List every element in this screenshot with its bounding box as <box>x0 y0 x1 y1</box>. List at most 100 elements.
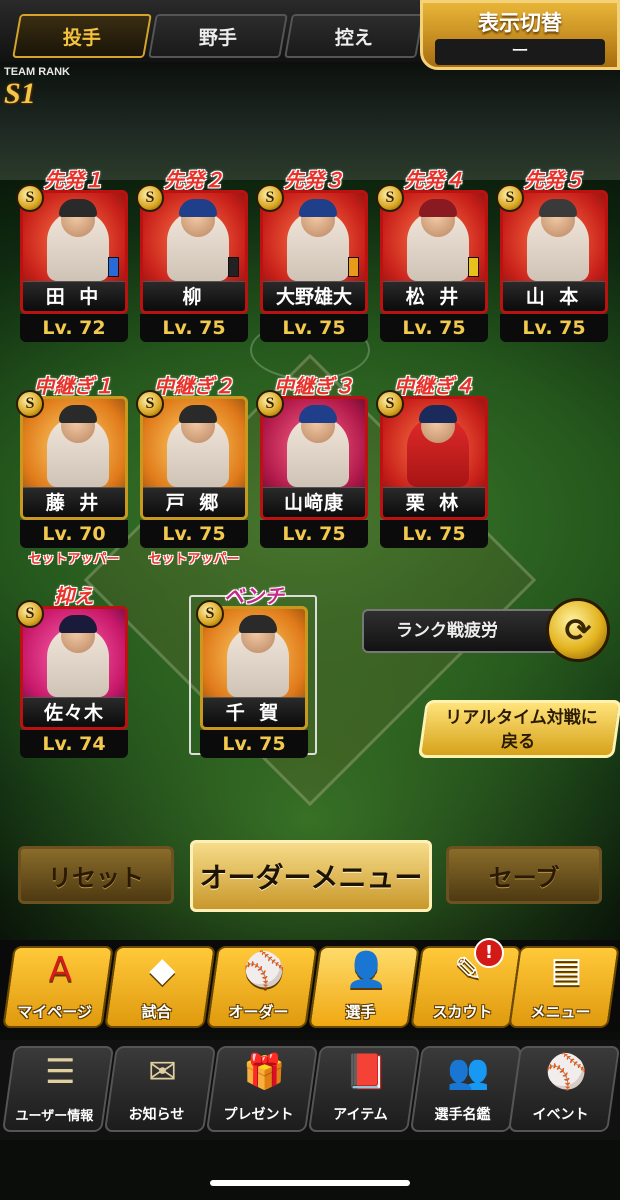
player-name: 藤 井 <box>23 487 125 517</box>
nav-label: 選手名鑑 <box>434 1107 491 1123</box>
nav-label: スカウト <box>432 1003 493 1021</box>
player-icon: 👤 <box>345 950 388 990</box>
nav-player-directory[interactable]: 👥 選手名鑑 <box>409 1046 523 1132</box>
stadium-stands <box>0 60 620 180</box>
player-level: Lv. 75 <box>500 314 608 342</box>
nav-label: ユーザー情報 <box>15 1109 94 1124</box>
realtime-line2: 戻る <box>501 732 536 752</box>
player-cap <box>59 199 97 217</box>
rank-s-badge: S <box>16 184 44 212</box>
tab-pitchers[interactable]: 投手 <box>12 14 152 58</box>
player-cap <box>179 199 217 217</box>
nav-scout[interactable]: ✎ スカウト <box>410 946 522 1028</box>
tab-label: 野手 <box>198 26 237 49</box>
player-level: Lv. 75 <box>380 520 488 548</box>
player-name: 佐々木 <box>23 697 125 727</box>
rank-s-badge: S <box>136 390 164 418</box>
player-cap <box>299 199 337 217</box>
order-icon: ⚾ <box>243 950 286 990</box>
nav-label: アイテム <box>333 1107 388 1123</box>
nav-items[interactable]: 📕 アイテム <box>307 1046 421 1132</box>
user-info-icon: ☰ <box>45 1052 76 1092</box>
display-toggle-label: 表示切替 <box>478 11 562 35</box>
rank-s-badge: S <box>376 184 404 212</box>
display-toggle-button[interactable]: 表示切替 ー <box>420 0 620 70</box>
stadium-icon: ◆ <box>149 950 176 990</box>
tab-label: 控え <box>334 26 373 49</box>
menu-icon: ▤ <box>550 950 583 990</box>
scout-notification-badge: ! <box>474 938 504 968</box>
player-cap <box>239 615 277 633</box>
nav-label: オーダー <box>228 1003 289 1021</box>
rank-s-badge: S <box>256 390 284 418</box>
player-level: Lv. 72 <box>20 314 128 342</box>
player-marker <box>348 257 359 277</box>
nav-label: お知らせ <box>128 1107 185 1123</box>
player-name: 千 賀 <box>203 697 305 727</box>
player-level: Lv. 75 <box>140 520 248 548</box>
nav-present[interactable]: 🎁 プレゼント <box>205 1046 319 1132</box>
player-name: 松 井 <box>383 281 485 311</box>
rank-fatigue-label: ランク戦疲労 <box>396 621 498 641</box>
player-cap <box>419 199 457 217</box>
mypage-icon: A <box>48 950 73 990</box>
player-name: 田 中 <box>23 281 125 311</box>
player-level: Lv. 75 <box>380 314 488 342</box>
nav-user-info[interactable]: ☰ ユーザー情報 <box>1 1046 115 1132</box>
primary-nav: A マイページ ◆ 試合 ⚾ オーダー 👤 選手 ✎ スカウト ▤ メニュー <box>0 940 620 1032</box>
tab-reserves[interactable]: 控え <box>284 14 424 58</box>
nav-menu[interactable]: ▤ メニュー <box>508 946 620 1028</box>
nav-label: マイページ <box>17 1003 92 1021</box>
refresh-icon[interactable]: ⟳ <box>546 598 610 662</box>
back-to-realtime-button[interactable]: リアルタイム対戦に 戻る <box>417 700 620 758</box>
secondary-nav: ☰ ユーザー情報 ✉ お知らせ 🎁 プレゼント 📕 アイテム 👥 選手名鑑 ⚾ … <box>0 1040 620 1140</box>
news-icon: ✉ <box>148 1052 177 1092</box>
reset-button[interactable]: リセット <box>18 846 174 904</box>
order-menu-button[interactable]: オーダーメニュー <box>190 840 432 912</box>
team-rank: TEAM RANK S1 <box>4 66 90 120</box>
gift-icon: 🎁 <box>243 1052 286 1092</box>
player-level: Lv. 70 <box>20 520 128 548</box>
player-name: 山 本 <box>503 281 605 311</box>
player-marker <box>228 257 239 277</box>
home-indicator[interactable] <box>210 1180 410 1186</box>
nav-label: 試合 <box>141 1003 172 1021</box>
player-name: 栗 林 <box>383 487 485 517</box>
player-level: Lv. 75 <box>260 520 368 548</box>
rank-s-badge: S <box>376 390 404 418</box>
player-cap <box>299 405 337 423</box>
player-cap <box>179 405 217 423</box>
rank-fatigue-panel: ランク戦疲労 <box>362 609 562 653</box>
nav-players[interactable]: 👤 選手 <box>308 946 420 1028</box>
player-level: Lv. 75 <box>260 314 368 342</box>
player-name: 山﨑康 <box>263 487 365 517</box>
player-name: 大野雄大 <box>263 281 365 311</box>
event-icon: ⚾ <box>545 1052 588 1092</box>
player-directory-icon: 👥 <box>447 1052 490 1092</box>
rank-s-badge: S <box>136 184 164 212</box>
player-marker <box>468 257 479 277</box>
player-cap <box>419 405 457 423</box>
tab-label: 投手 <box>62 26 101 49</box>
item-book-icon: 📕 <box>345 1052 388 1092</box>
player-name: 戸 郷 <box>143 487 245 517</box>
nav-order[interactable]: ⚾ オーダー <box>206 946 318 1028</box>
tab-fielders[interactable]: 野手 <box>148 14 288 58</box>
player-level: Lv. 75 <box>200 730 308 758</box>
player-cap <box>59 615 97 633</box>
nav-game[interactable]: ◆ 試合 <box>104 946 216 1028</box>
player-cap <box>539 199 577 217</box>
player-marker <box>108 257 119 277</box>
player-name: 柳 <box>143 281 245 311</box>
rank-s-badge: S <box>16 390 44 418</box>
rank-s-badge: S <box>196 600 224 628</box>
save-button[interactable]: セーブ <box>446 846 602 904</box>
nav-news[interactable]: ✉ お知らせ <box>103 1046 217 1132</box>
team-rank-value: S1 <box>4 77 36 110</box>
realtime-line1: リアルタイム対戦に <box>445 708 598 728</box>
nav-event[interactable]: ⚾ イベント <box>507 1046 620 1132</box>
nav-label: 選手 <box>345 1003 376 1021</box>
reliever-role-label: セットアッパー <box>28 552 120 567</box>
player-level: Lv. 74 <box>20 730 128 758</box>
nav-mypage[interactable]: A マイページ <box>2 946 114 1028</box>
